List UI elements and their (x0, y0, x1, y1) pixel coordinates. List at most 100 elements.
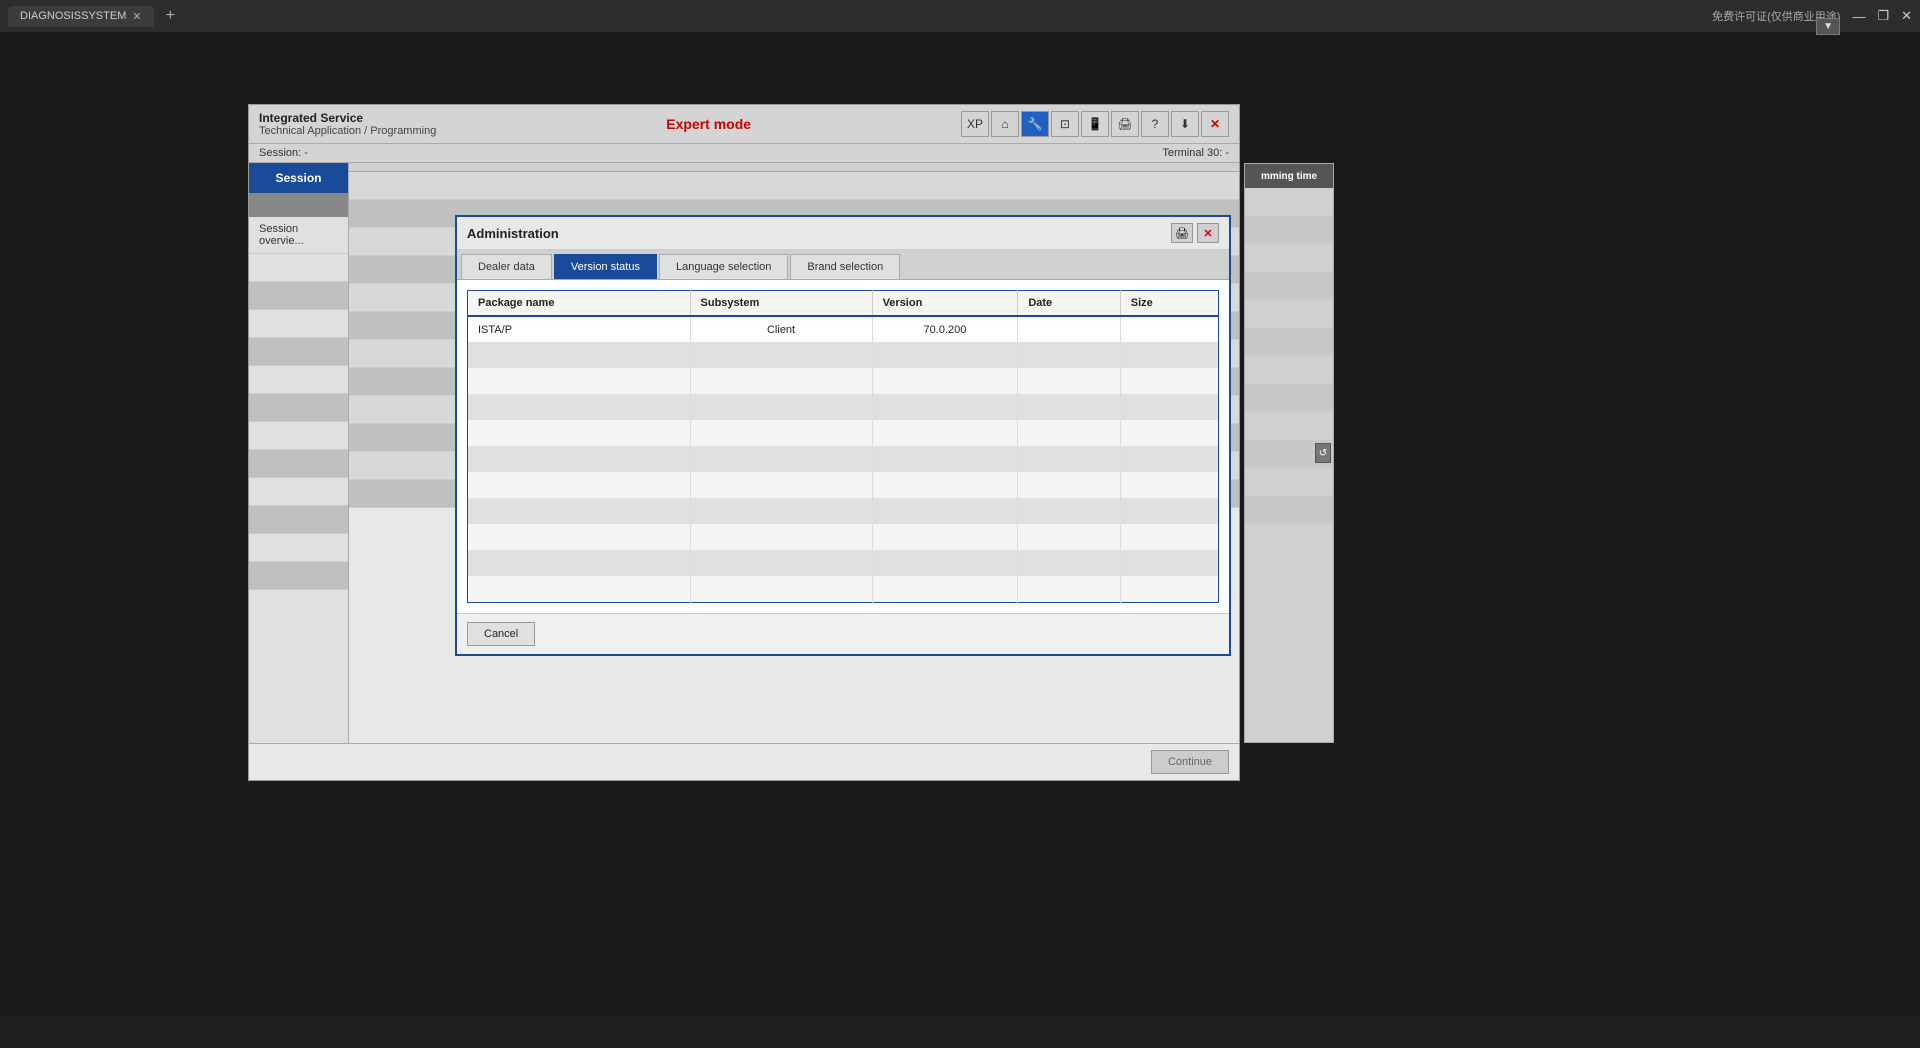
minimize-button[interactable]: — (1852, 9, 1865, 24)
sidebar-session-button[interactable]: Session (249, 163, 348, 193)
col-version: Version (872, 291, 1018, 317)
table-cell (690, 576, 872, 602)
toolbar-help-button[interactable]: ? (1141, 111, 1169, 137)
toolbar-home-button[interactable]: ⌂ (991, 111, 1019, 137)
sidebar-row-11 (249, 534, 348, 562)
table-row (468, 394, 1219, 420)
table-row (468, 342, 1219, 368)
sidebar-session-overview[interactable]: Session overvie... (249, 217, 348, 254)
taskbar (0, 1016, 1920, 1048)
admin-footer: Cancel (457, 613, 1229, 654)
expert-mode-label: Expert mode (666, 116, 751, 132)
new-tab-button[interactable]: + (160, 5, 181, 27)
prog-row-9 (1245, 412, 1333, 440)
version-table: Package name Subsystem Version Date Size… (467, 290, 1219, 603)
table-cell (1018, 498, 1120, 524)
admin-dialog: Administration 🖨 ✕ Dealer data Version s… (455, 215, 1231, 656)
table-cell (468, 368, 691, 394)
table-cell (1018, 342, 1120, 368)
table-cell (690, 342, 872, 368)
table-cell (1018, 420, 1120, 446)
table-cell (690, 420, 872, 446)
admin-print-button[interactable]: 🖨 (1171, 223, 1193, 243)
table-cell (468, 524, 691, 550)
app-window: Integrated Service Technical Application… (248, 104, 1240, 781)
close-tab-icon[interactable]: ✕ (132, 10, 141, 23)
prog-row-6 (1245, 328, 1333, 356)
sidebar-row-10 (249, 506, 348, 534)
app-title-bar: Integrated Service Technical Application… (249, 105, 1239, 144)
app-title-sub: Technical Application / Programming (259, 125, 436, 137)
cancel-button[interactable]: Cancel (467, 622, 535, 646)
restore-button[interactable]: ❐ (1877, 8, 1889, 24)
tab-version-status[interactable]: Version status (554, 254, 657, 279)
table-cell (690, 524, 872, 550)
admin-tabs: Dealer data Version status Language sele… (457, 250, 1229, 280)
table-cell (1120, 316, 1218, 342)
admin-dialog-title-bar: Administration 🖨 ✕ (457, 217, 1229, 250)
tab-language-selection[interactable]: Language selection (659, 254, 788, 279)
sidebar-row-8 (249, 450, 348, 478)
table-cell (872, 550, 1018, 576)
table-cell (872, 420, 1018, 446)
toolbar-phone-button[interactable]: 📱 (1081, 111, 1109, 137)
display-mode-button[interactable]: ▼ (1816, 18, 1840, 35)
session-value: - (304, 147, 308, 159)
table-row (468, 420, 1219, 446)
toolbar-xp-button[interactable]: XP (961, 111, 989, 137)
prog-row-2 (1245, 216, 1333, 244)
toolbar-wrench-button[interactable]: 🔧 (1021, 111, 1049, 137)
col-date: Date (1018, 291, 1120, 317)
table-cell (872, 472, 1018, 498)
sidebar-row-9 (249, 478, 348, 506)
table-cell (468, 342, 691, 368)
table-cell (1120, 420, 1218, 446)
right-row-1 (349, 172, 1239, 200)
admin-title-buttons: 🖨 ✕ (1171, 223, 1219, 243)
table-cell (1120, 342, 1218, 368)
table-cell (872, 394, 1018, 420)
tab-brand-selection[interactable]: Brand selection (790, 254, 900, 279)
col-package-name: Package name (468, 291, 691, 317)
toolbar-download-button[interactable]: ⬇ (1171, 111, 1199, 137)
admin-close-button[interactable]: ✕ (1197, 223, 1219, 243)
sidebar-row-6 (249, 394, 348, 422)
programming-time-header: mming time (1245, 164, 1333, 188)
table-row (468, 368, 1219, 394)
programming-time-column: mming time ↺ (1244, 163, 1334, 743)
prog-row-7 (1245, 356, 1333, 384)
table-cell (468, 576, 691, 602)
table-cell: ISTA/P (468, 316, 691, 342)
scroll-arrow-icon[interactable]: ↺ (1315, 443, 1331, 463)
table-row (468, 446, 1219, 472)
tab-dealer-data[interactable]: Dealer data (461, 254, 552, 279)
table-cell (1018, 472, 1120, 498)
table-cell (1120, 368, 1218, 394)
sidebar-row-12 (249, 562, 348, 590)
toolbar-grid-button[interactable]: ⊡ (1051, 111, 1079, 137)
sidebar-row-2 (249, 282, 348, 310)
prog-row-1 (1245, 188, 1333, 216)
table-cell (872, 446, 1018, 472)
table-area: Package name Subsystem Version Date Size… (457, 280, 1229, 613)
right-panel: Administration 🖨 ✕ Dealer data Version s… (349, 163, 1239, 743)
table-header-row: Package name Subsystem Version Date Size (468, 291, 1219, 317)
continue-button[interactable]: Continue (1151, 750, 1229, 774)
browser-tab[interactable]: DIAGNOSISSYSTEM ✕ (8, 6, 154, 27)
browser-close-button[interactable]: ✕ (1901, 8, 1912, 24)
table-cell: Client (690, 316, 872, 342)
prog-row-8 (1245, 384, 1333, 412)
toolbar-close-button[interactable]: ✕ (1201, 111, 1229, 137)
toolbar-print-button[interactable]: 🖨 (1111, 111, 1139, 137)
table-cell (1120, 550, 1218, 576)
table-cell (468, 394, 691, 420)
prog-row-11 (1245, 468, 1333, 496)
table-cell (1120, 576, 1218, 602)
table-cell (1018, 394, 1120, 420)
table-cell (690, 550, 872, 576)
table-cell (690, 394, 872, 420)
sidebar-row-5 (249, 366, 348, 394)
prog-row-4 (1245, 272, 1333, 300)
table-cell (468, 446, 691, 472)
sidebar-row-7 (249, 422, 348, 450)
